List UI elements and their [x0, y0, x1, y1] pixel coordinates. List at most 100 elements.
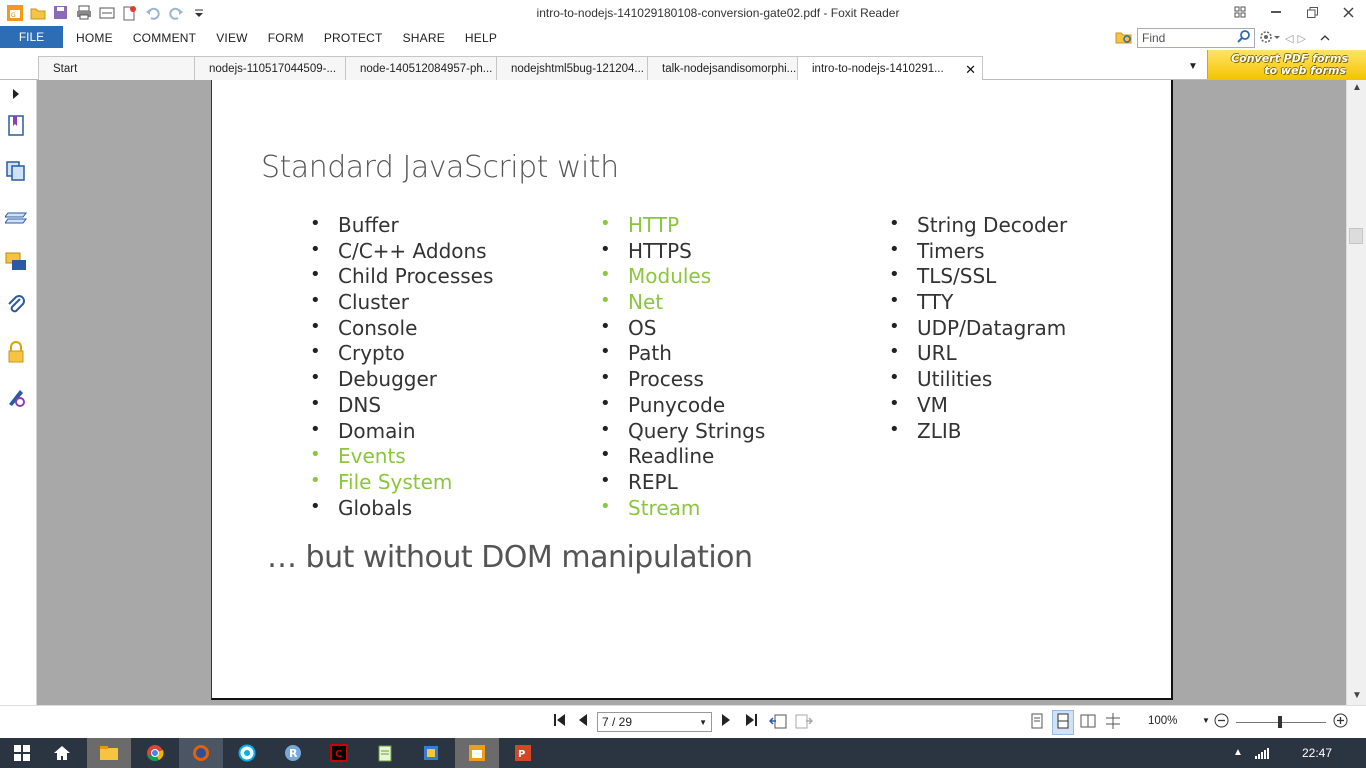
module-list-item: OS — [600, 316, 765, 342]
page-dropdown-icon[interactable]: ▼ — [699, 718, 707, 727]
open-folder-icon[interactable] — [29, 4, 46, 21]
zoom-in-icon[interactable] — [1333, 713, 1348, 731]
convert-forms-ad-banner[interactable]: Convert PDF forms to web forms — [1207, 50, 1366, 79]
tab-active-document[interactable]: intro-to-nodejs-1410291... ✕ — [797, 56, 983, 81]
expand-arrow-icon[interactable] — [5, 83, 27, 105]
module-list-item: Path — [600, 341, 765, 367]
slide-title: Standard JavaScript with — [261, 150, 619, 185]
scroll-down-icon[interactable]: ▼ — [1352, 690, 1362, 701]
attachments-icon[interactable] — [5, 295, 27, 317]
vertical-scrollbar[interactable]: ▲ ▼ — [1346, 80, 1366, 705]
maximize-icon[interactable] — [1294, 0, 1330, 24]
tab-document[interactable]: nodejshtml5bug-121204... — [496, 56, 648, 80]
system-clock[interactable]: 22:47 — [1302, 746, 1332, 760]
first-page-icon[interactable] — [553, 713, 567, 730]
find-folder-icon[interactable] — [1115, 29, 1133, 48]
pages-icon[interactable] — [5, 160, 27, 182]
tab-label: nodejs-110517044509-... — [209, 63, 337, 75]
svg-text:R: R — [289, 747, 298, 760]
prev-result-icon[interactable]: ◁ — [1285, 32, 1293, 45]
chrome-icon[interactable] — [133, 738, 177, 768]
facing-view-icon[interactable] — [1080, 713, 1096, 732]
terminal-icon[interactable]: C — [317, 738, 361, 768]
powerpoint-icon[interactable]: P — [501, 738, 545, 768]
customize-dropdown-icon[interactable] — [190, 4, 207, 21]
next-view-icon[interactable] — [795, 713, 814, 732]
r-studio-icon[interactable]: R — [271, 738, 315, 768]
last-page-icon[interactable] — [744, 713, 758, 730]
tab-document[interactable]: node-140512084957-ph... — [345, 56, 497, 80]
next-result-icon[interactable]: ▷ — [1297, 32, 1305, 45]
save-icon[interactable] — [52, 4, 69, 21]
windows-taskbar: R C P ▲ 22:47 — [0, 738, 1366, 768]
menu-view[interactable]: VIEW — [206, 31, 257, 45]
quick-access-toolbar: G — [6, 4, 207, 21]
restore-down-icon[interactable] — [1222, 0, 1258, 24]
security-icon[interactable] — [5, 341, 27, 363]
tab-close-icon[interactable]: ✕ — [965, 62, 976, 78]
new-doc-icon[interactable] — [121, 4, 138, 21]
minimize-icon[interactable] — [1258, 0, 1294, 24]
bookmark-icon[interactable] — [5, 115, 27, 137]
signature-icon[interactable] — [5, 386, 27, 408]
find-input[interactable] — [1142, 31, 1232, 45]
scroll-up-icon[interactable]: ▲ — [1352, 82, 1362, 93]
file-explorer-icon[interactable] — [87, 738, 131, 768]
menu-help[interactable]: HELP — [455, 31, 507, 45]
module-list-item: TTY — [889, 290, 1067, 316]
foxit-reader-icon[interactable] — [455, 738, 499, 768]
previous-page-icon[interactable] — [578, 713, 588, 730]
ribbon-menu-bar: FILE HOME COMMENT VIEW FORM PROTECT SHAR… — [0, 26, 1366, 50]
settings-gear-icon[interactable] — [1259, 30, 1281, 47]
network-signal-icon[interactable] — [1255, 747, 1269, 762]
tray-expand-icon[interactable]: ▲ — [1233, 747, 1243, 758]
next-page-icon[interactable] — [721, 713, 731, 730]
notepad-icon[interactable] — [363, 738, 407, 768]
zoom-dropdown-icon[interactable]: ▼ — [1202, 716, 1210, 725]
continuous-view-icon[interactable] — [1052, 710, 1074, 735]
module-list-item: Globals — [310, 496, 493, 522]
foxit-logo-icon[interactable]: G — [6, 4, 23, 21]
firefox-icon[interactable] — [179, 738, 223, 768]
window-controls — [1222, 0, 1366, 24]
scroll-thumb[interactable] — [1349, 228, 1363, 244]
undo-icon[interactable] — [144, 4, 161, 21]
windows-start-icon[interactable] — [0, 738, 44, 768]
tab-document[interactable]: talk-nodejsandisomorphi... — [647, 56, 799, 80]
zoom-level[interactable]: 100% — [1148, 715, 1177, 727]
previous-view-icon[interactable] — [768, 713, 787, 732]
file-menu-button[interactable]: FILE — [0, 26, 63, 48]
search-icon[interactable] — [1237, 30, 1250, 46]
redo-icon[interactable] — [167, 4, 184, 21]
window-title: intro-to-nodejs-141029180108-conversion-… — [536, 6, 900, 20]
print-icon[interactable] — [75, 4, 92, 21]
continuous-facing-view-icon[interactable] — [1105, 713, 1121, 732]
home-icon[interactable] — [40, 738, 84, 768]
menu-share[interactable]: SHARE — [393, 31, 455, 45]
layers-icon[interactable] — [5, 206, 27, 228]
skype-icon[interactable] — [225, 738, 269, 768]
menu-protect[interactable]: PROTECT — [314, 31, 393, 45]
tab-label: node-140512084957-ph... — [360, 63, 493, 75]
single-page-view-icon[interactable] — [1030, 713, 1044, 732]
tab-start[interactable]: Start — [38, 56, 196, 80]
scan-icon[interactable] — [98, 4, 115, 21]
module-list-item: File System — [310, 470, 493, 496]
close-icon[interactable] — [1330, 0, 1366, 24]
module-list-item: Console — [310, 316, 493, 342]
document-viewport[interactable]: Standard JavaScript with BufferC/C++ Add… — [37, 80, 1346, 705]
tab-label: Start — [53, 63, 78, 75]
module-list-item: Punycode — [600, 393, 765, 419]
tab-list-dropdown-icon[interactable]: ▼ — [1188, 61, 1198, 72]
zoom-slider-thumb[interactable] — [1278, 716, 1282, 728]
collapse-ribbon-icon[interactable] — [1320, 31, 1330, 45]
comments-icon[interactable] — [5, 251, 27, 273]
page-number-field[interactable]: 7 / 29 ▼ — [597, 712, 712, 732]
zoom-out-icon[interactable] — [1214, 713, 1229, 731]
archive-icon[interactable] — [409, 738, 453, 768]
menu-home[interactable]: HOME — [66, 31, 123, 45]
navigation-panel — [0, 80, 37, 705]
menu-comment[interactable]: COMMENT — [123, 31, 206, 45]
menu-form[interactable]: FORM — [258, 31, 314, 45]
tab-document[interactable]: nodejs-110517044509-... — [194, 56, 346, 80]
